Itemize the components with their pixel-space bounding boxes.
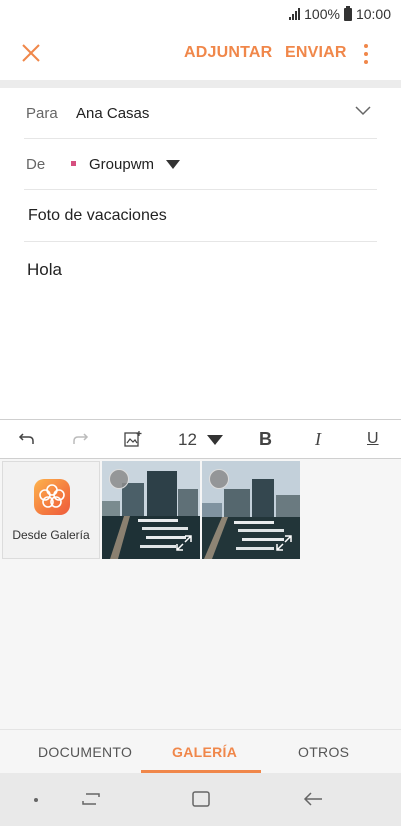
subject-input[interactable]: Foto de vacaciones bbox=[28, 207, 167, 225]
message-body[interactable]: Hola bbox=[27, 260, 62, 280]
account-color-dot bbox=[71, 161, 76, 166]
to-field-row[interactable]: Para Ana Casas bbox=[24, 88, 377, 139]
tab-otros[interactable]: OTROS bbox=[298, 744, 349, 760]
back-icon[interactable] bbox=[302, 790, 324, 808]
gallery-tile[interactable]: Desde Galería bbox=[2, 461, 100, 559]
system-navigation-bar bbox=[0, 773, 401, 826]
insert-image-icon[interactable] bbox=[124, 430, 142, 448]
attachment-source-tabs: DOCUMENTO GALERÍA OTROS bbox=[0, 729, 401, 774]
header-divider bbox=[0, 80, 401, 88]
undo-icon[interactable] bbox=[18, 432, 36, 446]
font-size-dropdown-icon[interactable] bbox=[207, 435, 223, 445]
from-account[interactable]: Groupwm bbox=[89, 156, 154, 173]
battery-percent: 100% bbox=[304, 6, 340, 22]
photo-thumbnail[interactable] bbox=[202, 461, 300, 559]
to-recipient[interactable]: Ana Casas bbox=[76, 105, 149, 122]
format-toolbar: 12 B I U bbox=[0, 419, 401, 459]
media-picker: Desde Galería bbox=[0, 459, 401, 729]
status-bar: 100% 10:00 bbox=[0, 0, 401, 30]
signal-icon bbox=[289, 8, 301, 20]
recent-apps-icon[interactable] bbox=[80, 790, 102, 808]
select-circle[interactable] bbox=[109, 469, 129, 489]
expand-icon[interactable] bbox=[176, 535, 192, 551]
from-field-row[interactable]: De Groupwm bbox=[24, 139, 377, 190]
chevron-down-icon[interactable] bbox=[355, 106, 371, 116]
bold-button[interactable]: B bbox=[259, 429, 272, 450]
underline-button[interactable]: U bbox=[367, 430, 379, 448]
to-label: Para bbox=[26, 105, 58, 122]
tab-galeria[interactable]: GALERÍA bbox=[172, 744, 237, 760]
subject-field-row[interactable]: Foto de vacaciones bbox=[24, 190, 377, 242]
dropdown-triangle-icon[interactable] bbox=[166, 160, 180, 169]
gallery-app-icon bbox=[34, 479, 70, 515]
more-options-icon[interactable] bbox=[360, 42, 372, 66]
nav-dot-icon[interactable] bbox=[33, 797, 39, 803]
battery-icon bbox=[343, 5, 352, 21]
tab-documento[interactable]: DOCUMENTO bbox=[38, 744, 132, 760]
gallery-tile-label: Desde Galería bbox=[12, 528, 90, 542]
redo-icon[interactable] bbox=[71, 432, 89, 446]
font-size-value[interactable]: 12 bbox=[178, 430, 197, 450]
status-right: 100% 10:00 bbox=[289, 5, 391, 22]
compose-toolbar: ADJUNTAR ENVIAR bbox=[0, 30, 401, 78]
expand-icon[interactable] bbox=[276, 535, 292, 551]
photo-thumbnail[interactable] bbox=[102, 461, 200, 559]
send-button[interactable]: ENVIAR bbox=[285, 44, 347, 62]
from-label: De bbox=[26, 156, 46, 173]
home-icon[interactable] bbox=[191, 790, 211, 808]
italic-button[interactable]: I bbox=[315, 429, 321, 450]
select-circle[interactable] bbox=[209, 469, 229, 489]
clock: 10:00 bbox=[355, 6, 391, 22]
attach-button[interactable]: ADJUNTAR bbox=[184, 44, 272, 62]
close-icon[interactable] bbox=[20, 42, 42, 64]
